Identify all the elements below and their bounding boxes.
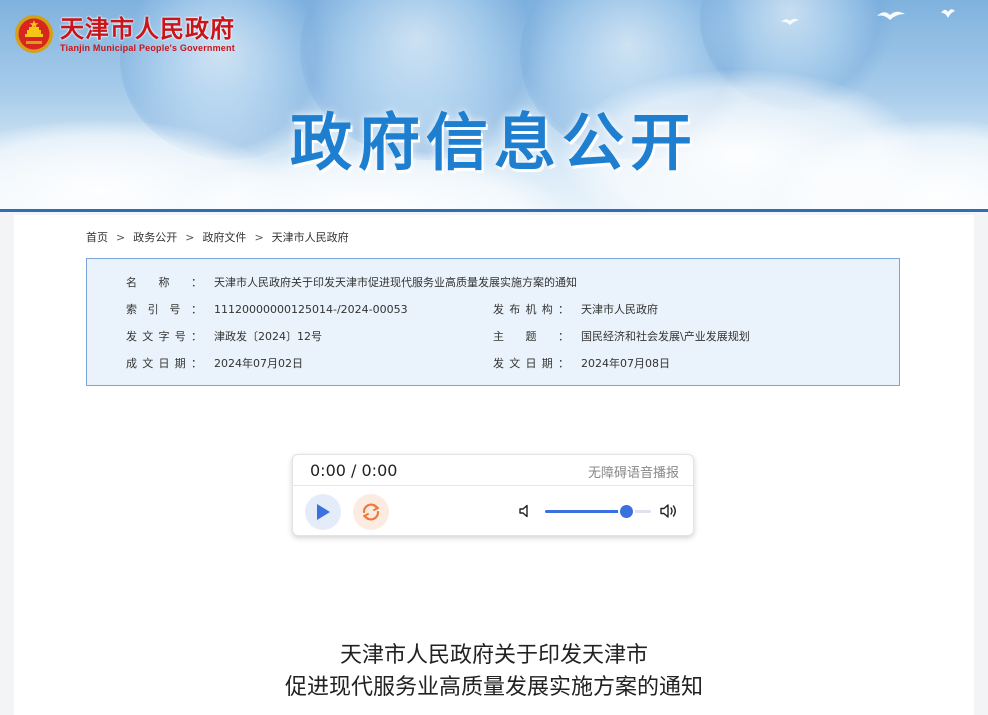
meta-index-value: 11120000000125014-/2024-00053	[214, 303, 408, 316]
article-title-line-2: 促进现代服务业高质量发展实施方案的通知	[284, 675, 703, 700]
meta-created-value: 2024年07月02日	[214, 357, 303, 370]
accessibility-audio-player: 0:00 / 0:00 无障碍语音播报	[292, 454, 694, 536]
meta-name-value: 天津市人民政府关于印发天津市促进现代服务业高质量发展实施方案的通知	[214, 276, 577, 289]
logo-english-name: Tianjin Municipal People's Government	[60, 42, 235, 53]
meta-docno-value: 津政发〔2024〕12号	[214, 330, 322, 343]
meta-row-index: 索引号： 11120000000125014-/2024-00053 发布机构：…	[87, 296, 899, 323]
play-button[interactable]	[305, 494, 341, 530]
breadcrumb-tianjin-government[interactable]: 天津市人民政府	[272, 229, 349, 245]
national-emblem-icon	[15, 15, 53, 53]
breadcrumb-government-documents[interactable]: 政府文件	[202, 229, 246, 245]
breadcrumb-separator: >	[254, 230, 264, 244]
meta-issuer-value: 天津市人民政府	[581, 303, 658, 316]
volume-slider[interactable]	[545, 505, 651, 518]
meta-published-value: 2024年07月08日	[581, 357, 670, 370]
logo-chinese-name: 天津市人民政府	[60, 13, 235, 43]
breadcrumb-government-affairs[interactable]: 政务公开	[133, 229, 177, 245]
meta-topic-value: 国民经济和社会发展\产业发展规划	[581, 330, 750, 343]
meta-published-label: 发文日期：	[493, 357, 569, 370]
bird-icon	[781, 18, 799, 25]
player-label: 无障碍语音播报	[587, 466, 679, 481]
meta-name-label: 名称：	[126, 276, 202, 289]
volume-slider-handle[interactable]	[619, 505, 633, 518]
breadcrumb-home[interactable]: 首页	[86, 229, 108, 245]
article-title: 天津市人民政府关于印发天津市 促进现代服务业高质量发展实施方案的通知	[14, 640, 974, 704]
meta-topic-label: 主题：	[493, 330, 569, 343]
volume-slider-fill	[545, 510, 626, 513]
player-time: 0:00 / 0:00	[310, 461, 398, 480]
banner-divider	[0, 209, 988, 212]
document-metadata: 名称： 天津市人民政府关于印发天津市促进现代服务业高质量发展实施方案的通知 索引…	[86, 258, 900, 386]
site-logo[interactable]: 天津市人民政府 Tianjin Municipal People's Gover…	[14, 14, 235, 54]
meta-issuer-label: 发布机构：	[493, 303, 569, 316]
breadcrumb-separator: >	[116, 230, 126, 244]
meta-index-label: 索引号：	[126, 303, 202, 316]
banner-title: 政府信息公开	[289, 106, 698, 179]
bird-icon	[877, 11, 905, 20]
loop-icon	[362, 503, 380, 521]
breadcrumb-separator: >	[185, 230, 195, 244]
article-title-line-1: 天津市人民政府关于印发天津市	[339, 643, 648, 668]
header-banner: 天津市人民政府 Tianjin Municipal People's Gover…	[0, 0, 988, 212]
volume-low-icon[interactable]	[518, 503, 534, 519]
meta-docno-label: 发文字号：	[126, 330, 202, 343]
loop-button[interactable]	[353, 494, 389, 530]
play-icon	[317, 504, 330, 520]
meta-row-dates: 成文日期： 2024年07月02日 发文日期： 2024年07月08日	[87, 350, 899, 377]
breadcrumb: 首页 > 政务公开 > 政府文件 > 天津市人民政府	[86, 229, 349, 245]
meta-row-docno: 发文字号： 津政发〔2024〕12号 主题： 国民经济和社会发展\产业发展规划	[87, 323, 899, 350]
volume-high-icon[interactable]	[659, 502, 679, 520]
meta-created-label: 成文日期：	[126, 357, 202, 370]
player-divider	[293, 485, 693, 486]
bird-icon	[941, 9, 955, 18]
meta-row-name: 名称： 天津市人民政府关于印发天津市促进现代服务业高质量发展实施方案的通知	[87, 269, 899, 296]
main-content: 首页 > 政务公开 > 政府文件 > 天津市人民政府 名称： 天津市人民政府关于…	[14, 215, 974, 715]
